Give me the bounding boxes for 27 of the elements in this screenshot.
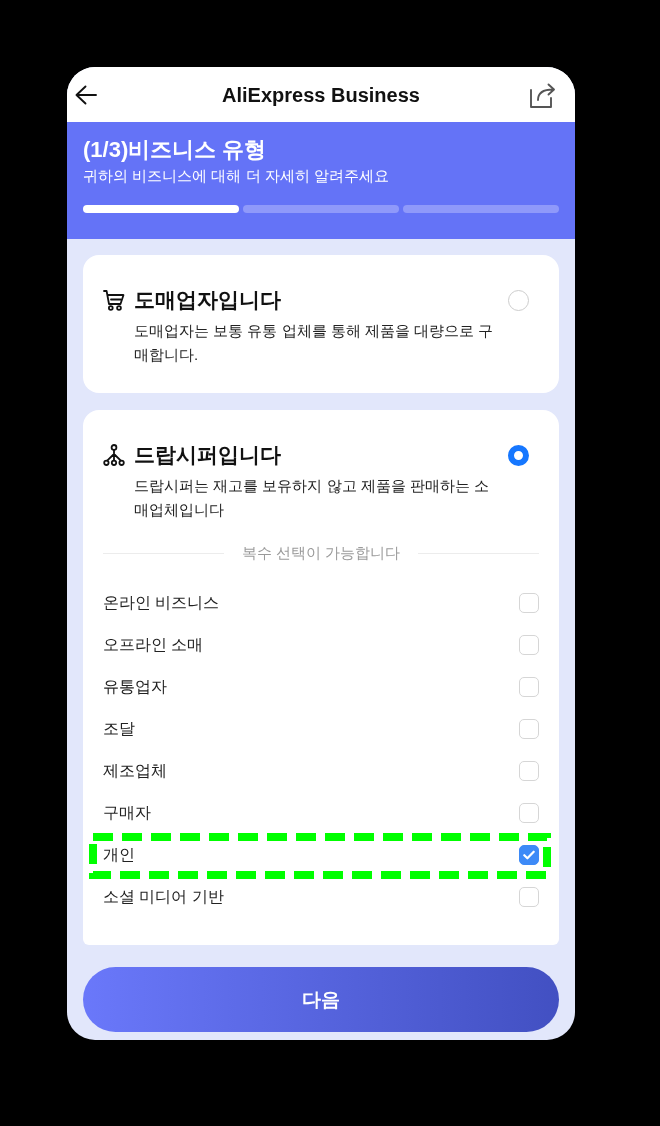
option-label: 유통업자 xyxy=(103,677,167,697)
option-label: 온라인 비즈니스 xyxy=(103,593,220,613)
hierarchy-icon xyxy=(103,444,125,466)
radio-button[interactable] xyxy=(508,444,529,466)
back-icon[interactable] xyxy=(75,84,97,105)
business-type-card[interactable]: 드랍시퍼입니다 드랍시퍼는 재고를 보유하지 않고 제품을 판매하는 소매업체입니다 복수 선택이 가능합니다 온라인 비즈니스 오프라인 소매 유통업자 조달 제조업체 구매자 개인 소셜 미디어 기반 xyxy=(83,410,559,945)
option-label: 오프라인 소매 xyxy=(103,635,204,655)
radio-button[interactable] xyxy=(508,289,529,311)
checkmark-icon xyxy=(523,850,535,860)
option-label: 구매자 xyxy=(103,803,151,823)
option-label: 개인 xyxy=(103,845,135,865)
step-title: (1/3)비즈니스 유형 xyxy=(83,136,268,164)
hint-text: 복수 선택이 가능합니다 xyxy=(241,543,401,563)
card-description: 드랍시퍼는 재고를 보유하지 않고 제품을 판매하는 소매업체입니다 xyxy=(134,476,490,520)
next-button[interactable]: 다음 xyxy=(83,967,559,1032)
card-description: 도매업자는 보통 유통 업체를 통해 제품을 대량으로 구매합니다. xyxy=(134,321,495,365)
checkbox[interactable] xyxy=(519,845,539,865)
card-title: 드랍시퍼입니다 xyxy=(134,442,281,468)
share-icon[interactable] xyxy=(530,81,556,108)
page-title: AliExpress Business xyxy=(221,82,421,108)
option-label: 제조업체 xyxy=(103,761,167,781)
business-type-card[interactable]: 도매업자입니다 도매업자는 보통 유통 업체를 통해 제품을 대량으로 구매합니다. xyxy=(83,255,559,393)
option-label: 조달 xyxy=(103,719,135,739)
step-subtitle: 귀하의 비즈니스에 대해 더 자세히 알려주세요 xyxy=(83,166,390,186)
shopping-cart-icon xyxy=(103,289,125,311)
option-label: 소셜 미디어 기반 xyxy=(103,887,224,907)
card-title: 도매업자입니다 xyxy=(134,287,281,313)
